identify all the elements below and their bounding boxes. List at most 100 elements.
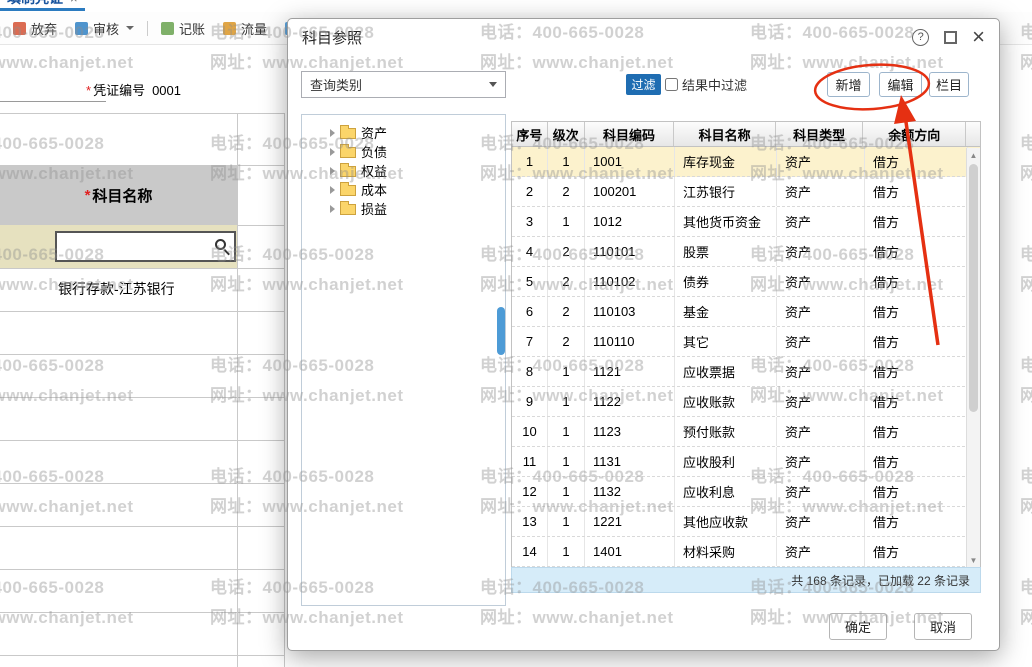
table-row[interactable]: 1411401材料采购资产借方 xyxy=(512,537,980,567)
grid-hline xyxy=(0,483,285,484)
edit-button[interactable]: 编辑 xyxy=(879,72,922,97)
table-row[interactable]: 72110110其它资产借方 xyxy=(512,327,980,357)
table-cell: 14 xyxy=(512,537,548,566)
toolbar-button-audit-icon[interactable]: 审核 xyxy=(66,19,143,38)
expander-icon[interactable] xyxy=(330,205,335,213)
table-cell: 资产 xyxy=(777,297,865,326)
subject-search-row xyxy=(0,225,237,268)
scroll-up-icon[interactable]: ▲ xyxy=(967,148,980,162)
tree-item-label: 损益 xyxy=(361,199,387,218)
table-cell: 2 xyxy=(548,297,585,326)
query-type-select[interactable]: 查询类别 xyxy=(301,71,506,98)
tree-item[interactable]: 资产 xyxy=(302,123,505,142)
tab-close-icon[interactable]: × xyxy=(70,0,78,6)
scroll-down-icon[interactable]: ▼ xyxy=(967,553,980,567)
tree-item[interactable]: 负债 xyxy=(302,142,505,161)
table-cell: 其他货币资金 xyxy=(675,207,777,236)
chevron-down-icon xyxy=(126,26,134,30)
grid-hline xyxy=(0,440,285,441)
column-header[interactable]: 科目类型 xyxy=(776,122,864,146)
column-header[interactable]: 科目编码 xyxy=(585,122,675,146)
toolbar-button-label: 流量 xyxy=(241,19,267,38)
table-cell: 100201 xyxy=(585,177,675,206)
table-cell: 1132 xyxy=(585,477,675,506)
tree-item[interactable]: 权益 xyxy=(302,161,505,180)
table-row[interactable]: 311012其他货币资金资产借方 xyxy=(512,207,980,237)
bookkeeping-icon xyxy=(161,22,174,35)
subject-name-header-cell: *科目名称 xyxy=(0,166,237,225)
table-cell: 借方 xyxy=(865,237,968,266)
table-cell: 110110 xyxy=(585,327,675,356)
table-cell: 1123 xyxy=(585,417,675,446)
tree-scrollbar-thumb[interactable] xyxy=(497,307,505,355)
column-header[interactable]: 余额方向 xyxy=(863,122,966,146)
filter-button[interactable]: 过滤 xyxy=(626,74,661,95)
tab-label: 填制凭证 xyxy=(7,0,63,8)
tab-bar: 填制凭证 × xyxy=(0,0,1032,12)
table-cell: 110102 xyxy=(585,267,675,296)
table-cell: 12 xyxy=(512,477,548,506)
table-cell: 7 xyxy=(512,327,548,356)
tab-fill-voucher[interactable]: 填制凭证 × xyxy=(0,0,85,11)
toolbar-button-cashflow-icon[interactable]: 流量 xyxy=(214,19,276,38)
subject-search-input[interactable] xyxy=(55,231,236,262)
dialog-titlebar: 科目参照 ? × xyxy=(288,19,999,55)
table-cell: 应收利息 xyxy=(675,477,777,506)
table-row[interactable]: 42110101股票资产借方 xyxy=(512,237,980,267)
table-row[interactable]: 1311221其他应收款资产借方 xyxy=(512,507,980,537)
column-header[interactable]: 科目名称 xyxy=(674,122,776,146)
close-icon[interactable]: × xyxy=(972,26,985,48)
table-row[interactable]: 911122应收账款资产借方 xyxy=(512,387,980,417)
table-cell: 1 xyxy=(548,207,585,236)
tree-item[interactable]: 成本 xyxy=(302,180,505,199)
table-row[interactable]: 1011123预付账款资产借方 xyxy=(512,417,980,447)
cancel-button[interactable]: 取消 xyxy=(914,613,972,640)
ok-button[interactable]: 确定 xyxy=(829,613,887,640)
table-row[interactable]: 811121应收票据资产借方 xyxy=(512,357,980,387)
table-row[interactable]: 22100201江苏银行资产借方 xyxy=(512,177,980,207)
help-icon[interactable]: ? xyxy=(912,29,929,46)
table-cell: 资产 xyxy=(777,327,865,356)
table-cell: 2 xyxy=(548,267,585,296)
table-row[interactable]: 62110103基金资产借方 xyxy=(512,297,980,327)
expander-icon[interactable] xyxy=(330,186,335,194)
table-cell: 资产 xyxy=(777,507,865,536)
table-cell: 借方 xyxy=(865,387,968,416)
table-cell: 借方 xyxy=(865,447,968,476)
table-cell: 资产 xyxy=(777,207,865,236)
tree-item[interactable]: 损益 xyxy=(302,199,505,218)
required-asterisk: * xyxy=(86,83,91,98)
abandon-icon xyxy=(13,22,26,35)
scrollbar-thumb[interactable] xyxy=(969,164,978,412)
table-cell: 13 xyxy=(512,507,548,536)
columns-button[interactable]: 栏目 xyxy=(929,72,969,97)
toolbar-divider xyxy=(147,21,148,36)
table-cell: 应收票据 xyxy=(675,357,777,386)
table-row[interactable]: 111001库存现金资产借方 xyxy=(512,147,980,177)
table-row[interactable]: 1111131应收股利资产借方 xyxy=(512,447,980,477)
table-cell: 9 xyxy=(512,387,548,416)
table-cell: 其它 xyxy=(675,327,777,356)
expander-icon[interactable] xyxy=(330,148,335,156)
table-cell: 库存现金 xyxy=(675,147,777,176)
table-row[interactable]: 52110102债券资产借方 xyxy=(512,267,980,297)
table-cell: 3 xyxy=(512,207,548,236)
filter-in-results-option[interactable]: 结果中过滤 xyxy=(665,75,747,94)
table-cell: 1131 xyxy=(585,447,675,476)
maximize-icon[interactable] xyxy=(944,31,957,44)
toolbar-button-abandon-icon[interactable]: 放弃 xyxy=(4,19,66,38)
table-cell: 1221 xyxy=(585,507,675,536)
filter-in-results-checkbox[interactable] xyxy=(665,78,678,91)
column-header[interactable]: 序号 xyxy=(512,122,548,146)
grid-hline xyxy=(0,655,285,656)
folder-icon xyxy=(340,166,356,177)
expander-icon[interactable] xyxy=(330,129,335,137)
column-header[interactable]: 级次 xyxy=(548,122,585,146)
toolbar-button-label: 放弃 xyxy=(31,19,57,38)
expander-icon[interactable] xyxy=(330,167,335,175)
toolbar-button-bookkeeping-icon[interactable]: 记账 xyxy=(152,19,214,38)
add-button[interactable]: 新增 xyxy=(827,72,870,97)
table-scrollbar[interactable]: ▲ ▼ xyxy=(966,148,980,567)
table-cell: 应收股利 xyxy=(675,447,777,476)
table-row[interactable]: 1211132应收利息资产借方 xyxy=(512,477,980,507)
